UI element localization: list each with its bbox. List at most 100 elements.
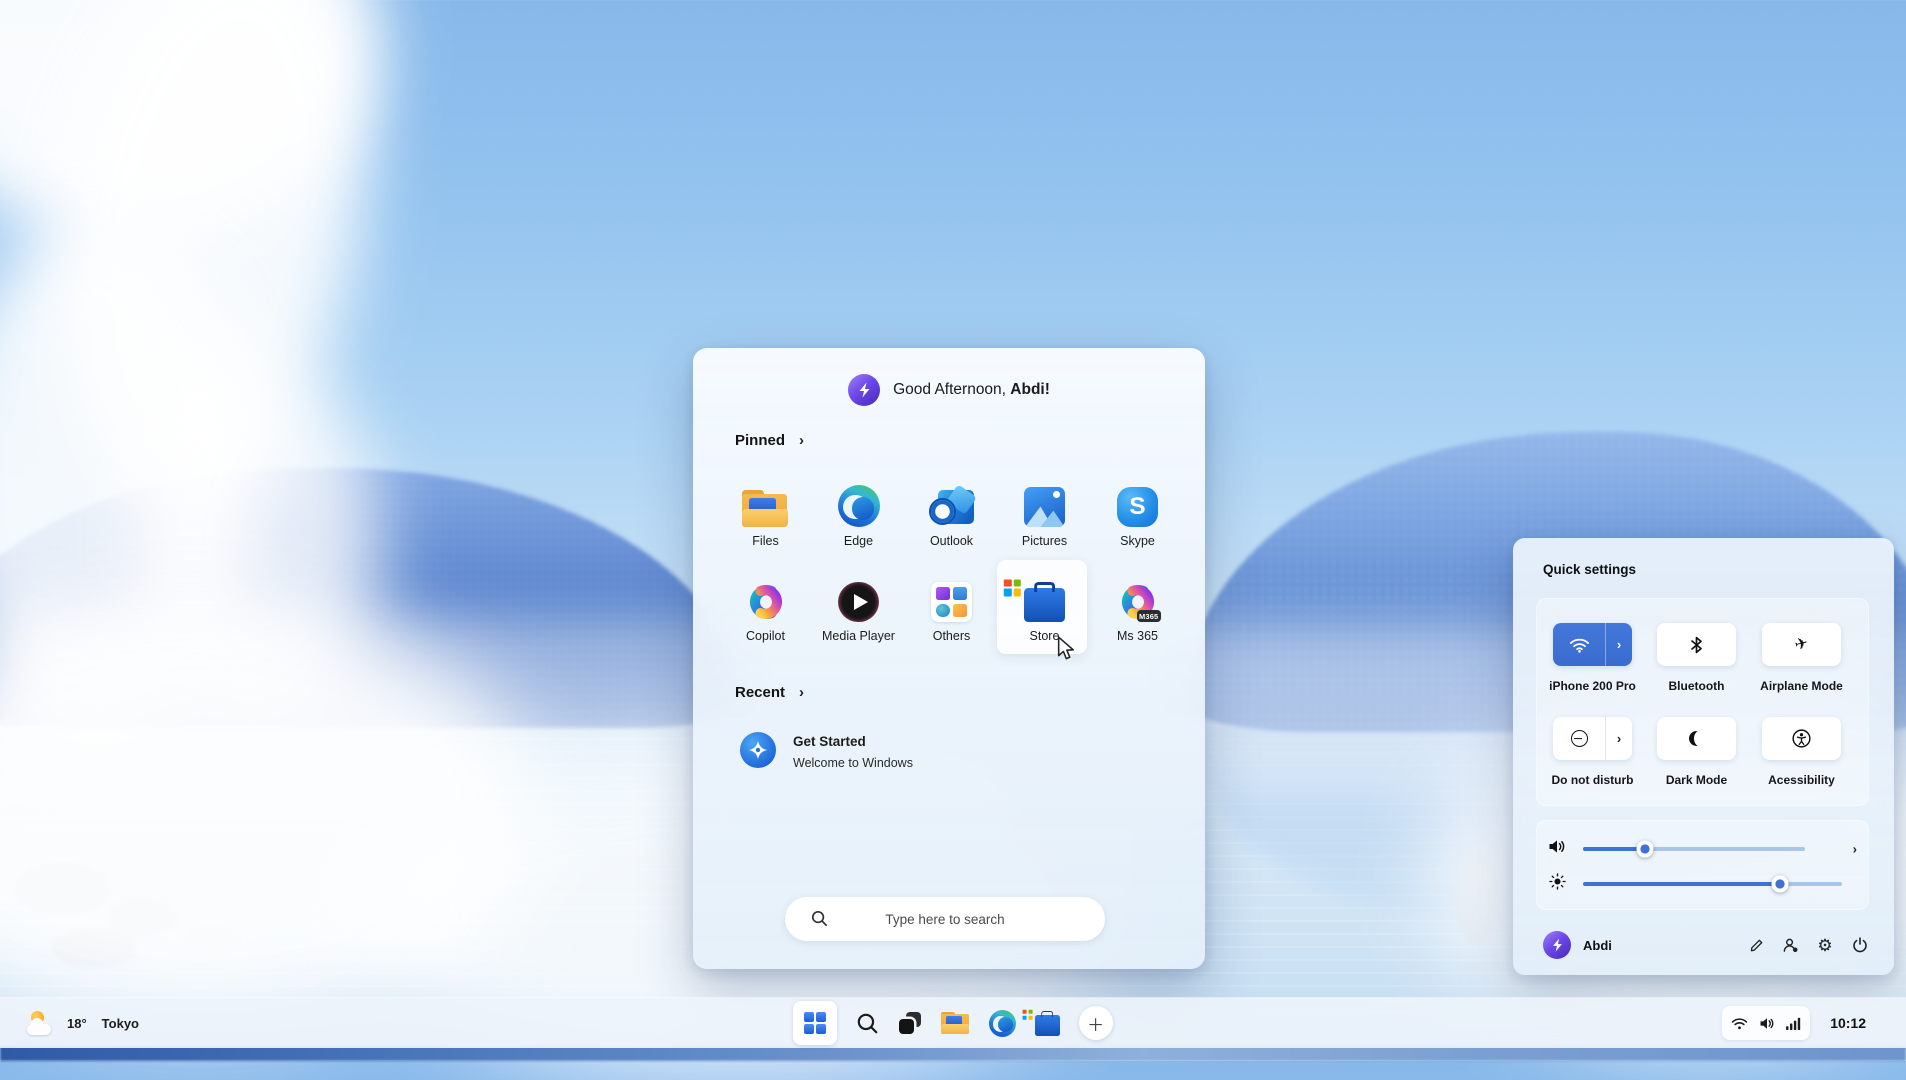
- pencil-icon: [1749, 937, 1765, 953]
- plus-icon: ＋: [1087, 1011, 1104, 1036]
- wallpaper-rock: [15, 862, 110, 916]
- airplane-tile-label: Airplane Mode: [1750, 679, 1853, 693]
- dnd-tile-label: Do not disturb: [1541, 773, 1644, 787]
- pinned-app-copilot[interactable]: Copilot: [719, 576, 812, 671]
- pinned-app-others[interactable]: Others: [905, 576, 998, 671]
- pinned-app-ms365[interactable]: M365 Ms 365: [1091, 576, 1184, 671]
- edit-button[interactable]: [1745, 933, 1769, 957]
- recent-item-get-started[interactable]: Get Started Welcome to Windows: [740, 730, 1160, 778]
- pinned-app-skype[interactable]: S Skype: [1091, 481, 1184, 576]
- app-label: Ms 365: [1117, 629, 1158, 643]
- do-not-disturb-expand[interactable]: [1605, 717, 1632, 760]
- media-player-icon: [838, 582, 878, 622]
- start-button[interactable]: [793, 1001, 837, 1045]
- cellular-signal-icon: [1786, 1017, 1801, 1030]
- clock[interactable]: 10:12: [1830, 1015, 1866, 1031]
- bluetooth-tile-label: Bluetooth: [1645, 679, 1748, 693]
- app-label: Others: [933, 629, 971, 643]
- recent-item-title: Get Started: [793, 734, 866, 749]
- pinned-header[interactable]: Pinned: [735, 432, 804, 449]
- wifi-expand[interactable]: [1605, 623, 1632, 666]
- dark-mode-tile-label: Dark Mode: [1645, 773, 1748, 787]
- wifi-icon: [1731, 1017, 1748, 1030]
- volume-icon: [1546, 839, 1568, 859]
- pinned-app-pictures[interactable]: Pictures: [998, 481, 1091, 576]
- dark-mode-tile[interactable]: [1657, 717, 1736, 760]
- chevron-right-icon: [1617, 637, 1621, 652]
- search-icon: [856, 1012, 879, 1035]
- edge-icon: [838, 485, 880, 527]
- settings-button[interactable]: ⚙: [1813, 933, 1837, 957]
- accessibility-tile[interactable]: [1762, 717, 1841, 760]
- tray-status-area[interactable]: [1722, 1006, 1810, 1040]
- task-view-button[interactable]: [898, 1011, 922, 1035]
- bluetooth-tile[interactable]: [1657, 623, 1736, 666]
- quick-settings-sliders: [1536, 820, 1869, 910]
- app-label: Files: [752, 534, 778, 548]
- moon-icon: [1689, 731, 1704, 746]
- quick-settings-panel: Quick settings iPhone 200 Pro Bluetooth …: [1513, 538, 1894, 975]
- wallpaper-rock: [1455, 845, 1501, 945]
- volume-icon: [1759, 1017, 1775, 1030]
- wallpaper-rock: [52, 928, 138, 968]
- m365-badge: M365: [1137, 610, 1161, 622]
- pinned-app-media-player[interactable]: Media Player: [812, 576, 905, 671]
- chevron-right-icon[interactable]: [1853, 842, 1857, 857]
- wallpaper-cloud: [14, 0, 407, 522]
- quick-settings-title: Quick settings: [1543, 562, 1636, 577]
- recent-header[interactable]: Recent: [735, 684, 804, 701]
- airplane-mode-tile[interactable]: ✈: [1762, 623, 1841, 666]
- brightness-slider[interactable]: [1583, 882, 1842, 886]
- copilot-icon: [744, 582, 788, 622]
- store-icon: [1024, 588, 1064, 622]
- user-avatar[interactable]: [1543, 931, 1571, 959]
- start-search: [785, 897, 1105, 941]
- brightness-icon: [1546, 873, 1568, 895]
- file-explorer-button[interactable]: [941, 1012, 969, 1035]
- accessibility-tile-label: Acessibility: [1750, 773, 1853, 787]
- start-menu: Good Afternoon, Abdi! Pinned Files Edge …: [693, 348, 1205, 969]
- volume-slider-row: [1536, 833, 1869, 865]
- user-settings-button[interactable]: [1778, 933, 1802, 957]
- search-input[interactable]: [785, 897, 1105, 941]
- wifi-tile[interactable]: [1553, 623, 1632, 666]
- taskbar-search-button[interactable]: [856, 1012, 879, 1035]
- store-button[interactable]: [1035, 1010, 1060, 1035]
- pictures-icon: [1024, 487, 1064, 527]
- wallpaper-hill-left: [0, 468, 740, 728]
- wallpaper-rock: [105, 895, 180, 939]
- quick-settings-user-row: Abdi ⚙: [1513, 920, 1894, 970]
- folder-icon: [742, 490, 788, 527]
- recent-item-subtitle: Welcome to Windows: [793, 756, 913, 770]
- pinned-app-files[interactable]: Files: [719, 481, 812, 576]
- taskbar: 18° Tokyo ＋: [0, 998, 1906, 1048]
- app-label: Skype: [1120, 534, 1155, 548]
- pinned-app-outlook[interactable]: Outlook: [905, 481, 998, 576]
- app-label: Outlook: [930, 534, 973, 548]
- power-button[interactable]: [1848, 933, 1872, 957]
- m365-icon: M365: [1116, 582, 1160, 622]
- power-icon: [1852, 937, 1868, 953]
- app-label: Media Player: [822, 629, 895, 643]
- chevron-right-icon: [799, 684, 804, 701]
- edge-button[interactable]: [989, 1010, 1016, 1037]
- pinned-app-edge[interactable]: Edge: [812, 481, 905, 576]
- greeting-text: Good Afternoon, Abdi!: [893, 381, 1050, 399]
- add-widget-button[interactable]: ＋: [1079, 1006, 1113, 1040]
- wallpaper-rock: [182, 922, 244, 958]
- others-icon: [931, 582, 971, 622]
- do-not-disturb-tile[interactable]: [1553, 717, 1632, 760]
- accessibility-icon: [1792, 729, 1811, 748]
- user-name: Abdi: [1583, 938, 1612, 953]
- wifi-icon: [1569, 637, 1590, 653]
- user-avatar[interactable]: [848, 374, 880, 406]
- windows-logo-icon: [804, 1012, 826, 1034]
- chevron-right-icon: [799, 432, 804, 449]
- wallpaper-fog: [0, 600, 540, 1030]
- app-label: Edge: [844, 534, 873, 548]
- search-icon: [811, 910, 828, 927]
- mouse-cursor: [1056, 636, 1078, 661]
- pinned-app-grid: Files Edge Outlook Pictures S Skype Copi…: [719, 481, 1184, 671]
- volume-slider[interactable]: [1583, 847, 1805, 851]
- edge-icon: [989, 1010, 1016, 1037]
